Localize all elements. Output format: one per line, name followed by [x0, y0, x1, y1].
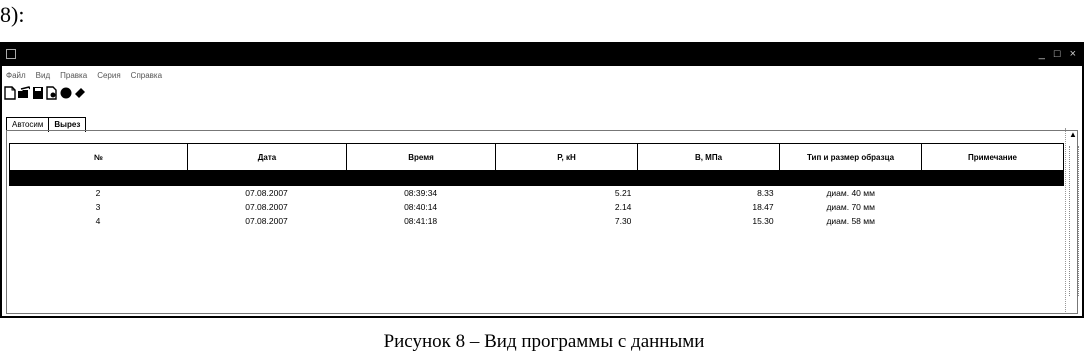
cell-sample-type: диам. 58 мм [826, 216, 875, 226]
cell-load: 2.14 [614, 202, 632, 212]
column-header-sample-type[interactable]: Тип и размер образца [779, 143, 922, 171]
save-icon[interactable] [32, 86, 44, 100]
print-preview-icon[interactable] [46, 86, 58, 100]
cell-load: 7.30 [614, 216, 632, 226]
cell-number: 2 [95, 188, 101, 198]
menu-bar: Файл Вид Правка Серия Справка [6, 71, 162, 81]
vertical-scrollbar[interactable]: ▲ [1065, 128, 1080, 312]
column-header-load[interactable]: P, кН [495, 143, 638, 171]
scrollbar-thumb[interactable] [1069, 146, 1079, 296]
erase-icon[interactable] [74, 86, 86, 100]
cell-sample-type: диам. 70 мм [826, 202, 875, 212]
column-header-note[interactable]: Примечание [921, 143, 1064, 171]
menu-view[interactable]: Вид [36, 71, 50, 81]
scroll-up-arrow-icon[interactable]: ▲ [1067, 129, 1079, 141]
cell-number: 3 [95, 202, 101, 212]
cell-time: 08:40:14 [404, 202, 438, 212]
cell-strength: 8.33 [757, 188, 774, 198]
column-header-time[interactable]: Время [346, 143, 496, 171]
table-row[interactable]: 4 07.08.2007 08:41:18 7.30 15.30 диам. 5… [9, 214, 1064, 228]
cell-time: 08:41:18 [404, 216, 438, 226]
figure-caption: Рисунок 8 – Вид программы с данными [383, 331, 705, 352]
grid-header: № Дата Время P, кН В, МПа Тип и размер о… [9, 143, 1064, 171]
column-header-number[interactable]: № [9, 143, 188, 171]
cell-load: 5.21 [614, 188, 632, 198]
cell-date: 07.08.2007 [245, 202, 288, 212]
window-controls: _ □ × [1039, 47, 1076, 61]
cell-sample-type: диам. 40 мм [826, 188, 875, 198]
menu-series[interactable]: Серия [97, 71, 120, 81]
window-title [22, 48, 152, 60]
column-header-date[interactable]: Дата [187, 143, 347, 171]
menu-edit[interactable]: Правка [60, 71, 87, 81]
selected-table-row[interactable] [9, 171, 1064, 186]
table-row[interactable]: 2 07.08.2007 08:39:34 5.21 8.33 диам. 40… [9, 186, 1064, 200]
column-header-strength[interactable]: В, МПа [637, 143, 780, 171]
table-row[interactable]: 3 07.08.2007 08:40:14 2.14 18.47 диам. 7… [9, 200, 1064, 214]
cell-number: 4 [95, 216, 101, 226]
title-bar[interactable]: _ □ × [2, 44, 1082, 66]
maximize-button[interactable]: □ [1054, 47, 1061, 61]
minimize-button[interactable]: _ [1039, 47, 1045, 61]
cell-note [922, 214, 1064, 228]
new-file-icon[interactable] [4, 86, 16, 100]
cell-strength: 15.30 [752, 216, 774, 226]
cell-date: 07.08.2007 [245, 188, 288, 198]
toolbar [4, 86, 86, 100]
cell-note [922, 186, 1064, 200]
app-icon [6, 49, 16, 59]
menu-file[interactable]: Файл [6, 71, 26, 81]
record-icon[interactable] [60, 86, 72, 100]
cell-date: 07.08.2007 [245, 216, 288, 226]
cell-time: 08:39:34 [404, 188, 438, 198]
lead-text: 8): [0, 2, 25, 27]
cell-strength: 18.47 [752, 202, 774, 212]
app-window: _ □ × Файл Вид Правка Серия Справка Авто… [0, 42, 1084, 318]
open-folder-icon[interactable] [18, 86, 30, 100]
data-grid: № Дата Время P, кН В, МПа Тип и размер о… [9, 143, 1064, 228]
tab-panel: № Дата Время P, кН В, МПа Тип и размер о… [6, 130, 1078, 314]
cell-note [922, 200, 1064, 214]
close-button[interactable]: × [1070, 47, 1076, 61]
menu-help[interactable]: Справка [131, 71, 162, 81]
